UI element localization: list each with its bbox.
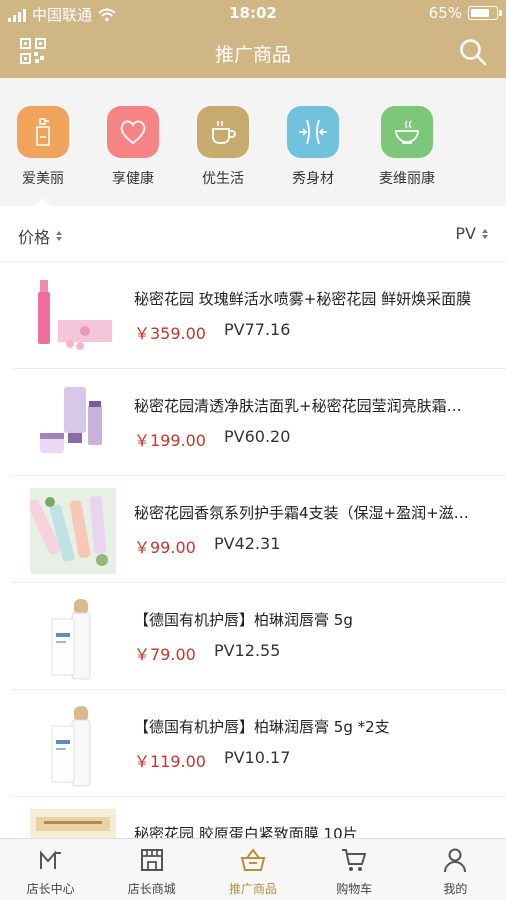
tab-cart[interactable]: 购物车 [304, 839, 405, 900]
product-name: 【德国有机护唇】柏琳润唇膏 5g [134, 611, 353, 629]
tab-mine[interactable]: 我的 [405, 839, 506, 900]
category-label: 享健康 [112, 171, 154, 187]
product-pv: PV77.16 [224, 320, 291, 339]
sort-arrows-icon [482, 228, 488, 239]
product-image [30, 595, 116, 681]
product-row[interactable]: 秘密花园香氛系列护手霜4支装（保湿+盈润+滋养） ￥99.00 PV42.31 [12, 476, 506, 583]
product-price: ￥199.00 [134, 431, 206, 450]
cup-icon [197, 106, 249, 158]
category-label: 优生活 [202, 171, 244, 187]
bowl-icon [381, 106, 433, 158]
shop-icon [140, 849, 163, 871]
category-bar: 爱美丽 享健康 优生活 秀身材 麦维丽康 [0, 78, 506, 206]
tab-label: 推广商品 [229, 882, 278, 896]
product-price: ￥359.00 [134, 324, 206, 343]
product-price: ￥99.00 [134, 538, 196, 557]
product-price: ￥119.00 [134, 752, 206, 771]
product-row[interactable]: 秘密花园 胶原蛋白紧致面膜 10片 [12, 797, 506, 838]
cart-icon [342, 849, 367, 871]
sort-by-price[interactable]: 价格 [18, 224, 63, 248]
category-label: 麦维丽康 [379, 171, 435, 187]
product-name: 【德国有机护唇】柏琳润唇膏 5g *2支 [134, 718, 390, 736]
tab-label: 购物车 [336, 882, 373, 896]
waist-icon [287, 106, 339, 158]
tab-promoted-products[interactable]: 推广商品 [202, 839, 303, 900]
search-icon[interactable] [458, 37, 488, 67]
status-bar: 中国联通 18:02 65% [0, 0, 506, 26]
tab-label: 店长商城 [127, 882, 176, 896]
product-list: 秘密花园 玫瑰鲜活水喷雾+秘密花园 鲜妍焕采面膜 ￥359.00 PV77.16… [0, 262, 506, 838]
product-image [30, 381, 116, 467]
page-title: 推广商品 [214, 44, 291, 66]
product-row[interactable]: 秘密花园清透净肤洁面乳+秘密花园莹润亮肤霜+精华 ￥199.00 PV60.20 [12, 369, 506, 476]
tab-store-manager[interactable]: 店长中心 [0, 839, 101, 900]
product-row[interactable]: 【德国有机护唇】柏琳润唇膏 5g ￥79.00 PV12.55 [12, 583, 506, 690]
heart-icon [107, 106, 159, 158]
tab-label: 店长中心 [26, 882, 75, 896]
product-row[interactable]: 秘密花园 玫瑰鲜活水喷雾+秘密花园 鲜妍焕采面膜 ￥359.00 PV77.16 [12, 262, 506, 369]
product-pv: PV10.17 [224, 748, 291, 767]
tab-bar: 店长中心 店长商城 推广商品 购物车 我的 [0, 838, 506, 900]
category-maiweilikang[interactable]: 麦维丽康 [362, 106, 452, 188]
product-image [30, 809, 116, 838]
tab-store-mall[interactable]: 店长商城 [101, 839, 202, 900]
sort-arrows-icon [56, 231, 63, 241]
category-figure[interactable]: 秀身材 [268, 106, 358, 188]
product-name: 秘密花园清透净肤洁面乳+秘密花园莹润亮肤霜+精华 [134, 397, 474, 415]
category-label: 秀身材 [292, 171, 334, 187]
product-row[interactable]: 【德国有机护唇】柏琳润唇膏 5g *2支 ￥119.00 PV10.17 [12, 690, 506, 797]
product-image [30, 488, 116, 574]
bottle-icon [17, 106, 69, 158]
battery-icon [468, 6, 502, 20]
store-manager-icon [39, 850, 61, 869]
product-image [30, 702, 116, 788]
nav-bar: 推广商品 [0, 26, 506, 78]
category-health[interactable]: 享健康 [88, 106, 178, 188]
basket-icon [240, 848, 266, 871]
active-category-indicator [35, 198, 51, 206]
tab-label: 我的 [443, 882, 468, 896]
product-pv: PV60.20 [224, 427, 291, 446]
product-pv: PV42.31 [214, 534, 281, 553]
sort-bar: 价格 PV [0, 206, 506, 262]
sort-price-label: 价格 [18, 228, 51, 247]
battery-percent: 65% [428, 4, 462, 22]
product-name: 秘密花园香氛系列护手霜4支装（保湿+盈润+滋养） [134, 504, 474, 522]
product-price: ￥79.00 [134, 645, 196, 664]
category-living[interactable]: 优生活 [178, 106, 268, 188]
category-label: 爱美丽 [22, 171, 64, 187]
product-name: 秘密花园 玫瑰鲜活水喷雾+秘密花园 鲜妍焕采面膜 [134, 290, 472, 308]
sort-pv-label: PV [455, 224, 476, 243]
user-icon [444, 848, 467, 873]
category-beauty[interactable]: 爱美丽 [0, 106, 88, 188]
product-image [30, 274, 116, 360]
sort-by-pv[interactable]: PV [455, 224, 488, 243]
top-bar: 中国联通 18:02 65% 推广商品 [0, 0, 506, 78]
product-pv: PV12.55 [214, 641, 281, 660]
product-name: 秘密花园 胶原蛋白紧致面膜 10片 [134, 825, 358, 838]
